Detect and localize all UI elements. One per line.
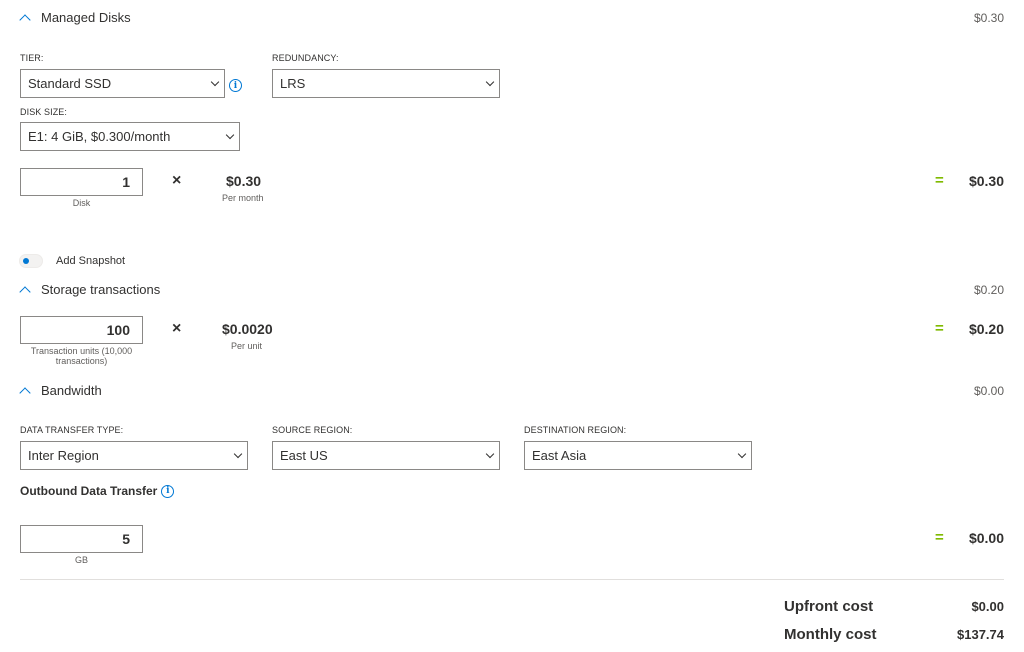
source-region-select[interactable]: East US — [272, 441, 500, 470]
bandwidth-total: $0.00 — [968, 530, 1004, 546]
managed-disks-title: Managed Disks — [41, 10, 131, 25]
redundancy-value: LRS — [280, 76, 306, 91]
storage-transactions-header[interactable]: Storage transactions — [19, 282, 161, 298]
disk-unit-price-sub: Per month — [222, 193, 264, 203]
disk-size-select[interactable]: E1: 4 GiB, $0.300/month — [20, 122, 240, 151]
redundancy-label: REDUNDANCY: — [272, 53, 339, 63]
storage-transactions-price: $0.20 — [973, 283, 1004, 297]
outbound-transfer-label: Outbound Data Transfer — [20, 484, 158, 498]
multiply-icon: × — [172, 320, 182, 337]
bandwidth-title: Bandwidth — [41, 383, 102, 398]
redundancy-select[interactable]: LRS — [272, 69, 500, 98]
bandwidth-price: $0.00 — [973, 384, 1004, 398]
disk-quantity-unit: Disk — [72, 198, 91, 208]
info-icon[interactable]: i — [229, 79, 242, 92]
summary-divider — [20, 579, 1004, 580]
outbound-transfer-heading: Outbound Data Transfer i — [20, 484, 175, 498]
monthly-cost-label: Monthly cost — [784, 626, 877, 643]
storage-transactions-title: Storage transactions — [41, 282, 161, 297]
destination-region-select[interactable]: East Asia — [524, 441, 752, 470]
transfer-type-label: DATA TRANSFER TYPE: — [20, 425, 124, 435]
managed-disks-header[interactable]: Managed Disks — [19, 10, 131, 26]
chevron-down-icon — [485, 77, 495, 87]
disk-size-label: DISK SIZE: — [20, 107, 68, 117]
snapshot-label: Add Snapshot — [56, 255, 126, 267]
transactions-unit-price: $0.0020 — [222, 321, 273, 337]
disk-size-value: E1: 4 GiB, $0.300/month — [28, 129, 171, 144]
transactions-quantity-input[interactable]: 100 — [20, 316, 143, 344]
multiply-icon: × — [172, 172, 182, 189]
transfer-type-select[interactable]: Inter Region — [20, 441, 248, 470]
tier-select[interactable]: Standard SSD — [20, 69, 225, 98]
bandwidth-quantity-unit: GB — [74, 555, 88, 565]
chevron-down-icon — [485, 449, 495, 459]
bandwidth-quantity-input[interactable]: 5 — [20, 525, 143, 553]
tier-value: Standard SSD — [28, 76, 112, 91]
disk-unit-price: $0.30 — [226, 173, 262, 189]
transfer-type-value: Inter Region — [28, 448, 99, 463]
info-icon[interactable]: i — [161, 484, 175, 498]
toggle-knob — [23, 258, 29, 264]
tier-label: TIER: — [20, 53, 44, 63]
chevron-up-icon[interactable] — [19, 386, 31, 399]
destination-region-label: DESTINATION REGION: — [524, 425, 627, 435]
monthly-cost-value: $137.74 — [957, 627, 1004, 642]
source-region-value: East US — [280, 448, 328, 463]
transactions-quantity-unit: Transaction units (10,000 transactions) — [30, 346, 133, 366]
source-region-label: SOURCE REGION: — [272, 425, 353, 435]
bandwidth-header[interactable]: Bandwidth — [19, 383, 102, 399]
chevron-up-icon[interactable] — [19, 13, 31, 26]
snapshot-toggle[interactable] — [19, 254, 43, 268]
chevron-down-icon — [233, 449, 243, 459]
chevron-down-icon — [225, 130, 235, 140]
upfront-cost-label: Upfront cost — [784, 598, 874, 615]
disk-quantity-input[interactable]: 1 — [20, 168, 143, 196]
transactions-total: $0.20 — [968, 321, 1004, 337]
managed-disks-price: $0.30 — [973, 11, 1004, 25]
chevron-down-icon — [737, 449, 747, 459]
chevron-down-icon — [210, 77, 220, 87]
destination-region-value: East Asia — [532, 448, 587, 463]
chevron-up-icon[interactable] — [19, 285, 31, 298]
transactions-unit-price-sub: Per unit — [231, 341, 263, 351]
upfront-cost-value: $0.00 — [971, 599, 1004, 614]
disk-total: $0.30 — [968, 173, 1004, 189]
